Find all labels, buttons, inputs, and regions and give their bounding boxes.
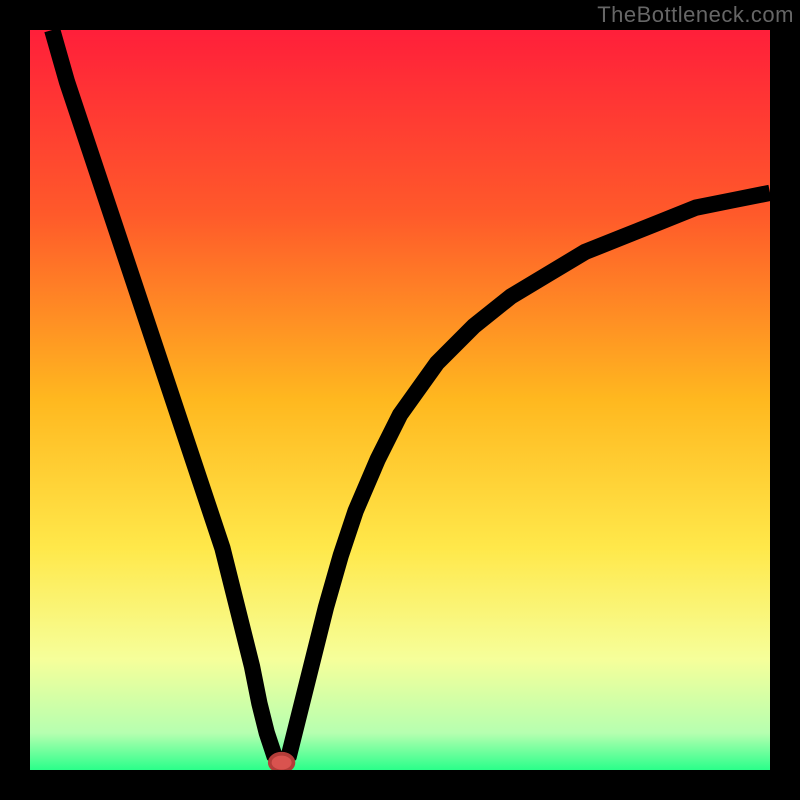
plot-area bbox=[30, 30, 770, 770]
watermark-text: TheBottleneck.com bbox=[597, 2, 794, 28]
plot-svg bbox=[30, 30, 770, 770]
gradient-bg bbox=[30, 30, 770, 770]
chart-frame: TheBottleneck.com bbox=[0, 0, 800, 800]
minimum-marker bbox=[270, 754, 294, 770]
